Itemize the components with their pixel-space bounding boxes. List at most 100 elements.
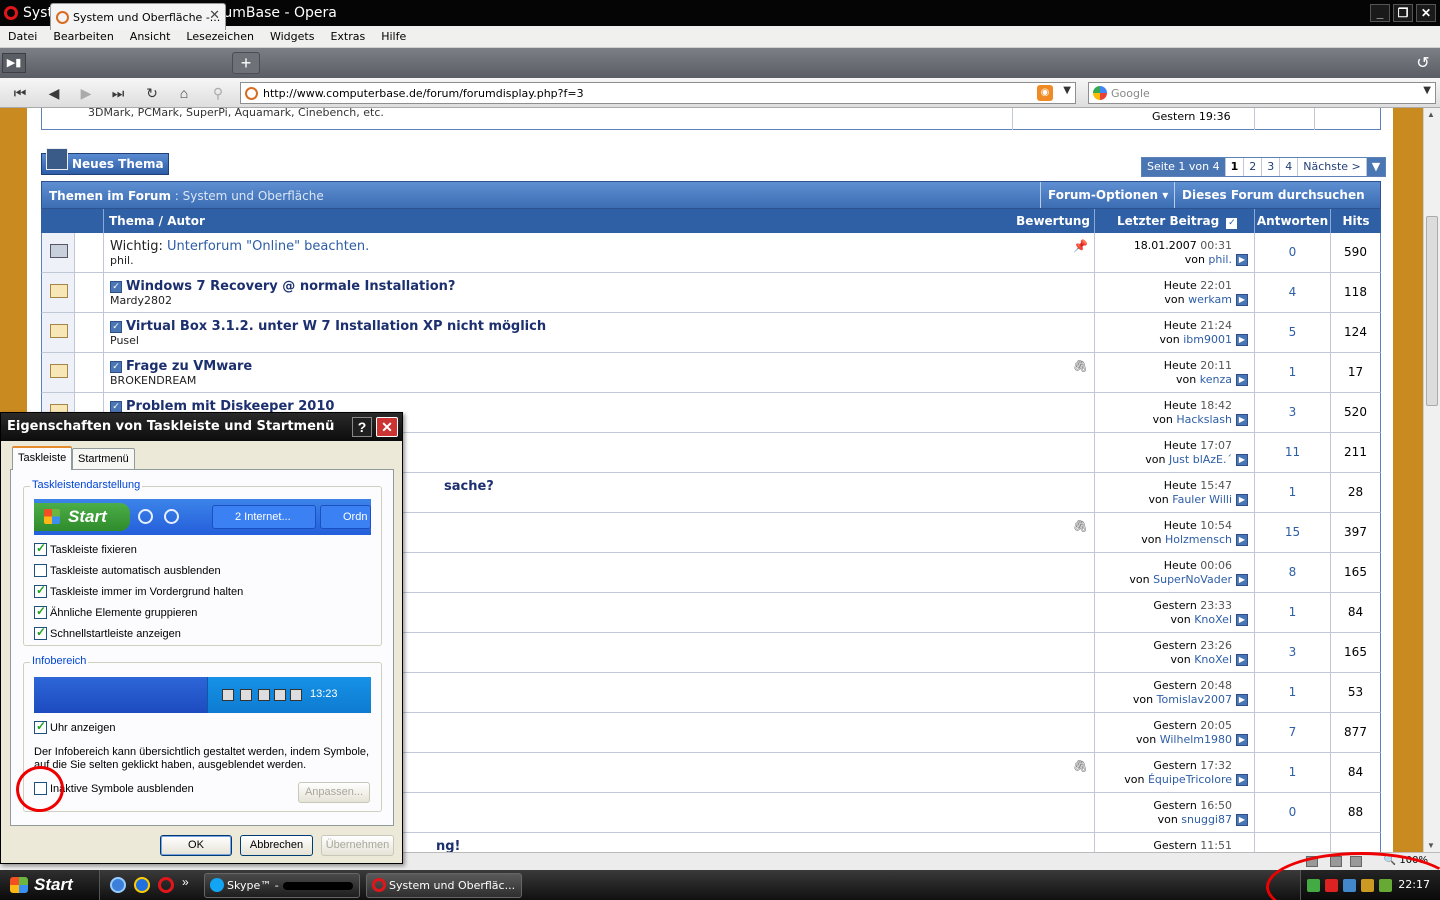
goto-last-post-icon[interactable]: ▶ <box>1236 254 1248 266</box>
start-button[interactable]: Start <box>0 870 100 900</box>
last-post-user[interactable]: snuggi87 <box>1181 813 1232 826</box>
last-post-user[interactable]: ibm9001 <box>1183 333 1232 346</box>
goto-last-post-icon[interactable]: ▶ <box>1236 494 1248 506</box>
pager-page-3[interactable]: 3 <box>1262 158 1281 176</box>
apply-button[interactable]: Übernehmen <box>321 835 394 856</box>
search-dropdown-icon[interactable]: ▼ <box>1423 85 1431 96</box>
goto-last-post-icon[interactable]: ▶ <box>1236 294 1248 306</box>
goto-last-post-icon[interactable]: ▶ <box>1236 654 1248 666</box>
replies-count[interactable]: 3 <box>1255 393 1331 432</box>
menu-extras[interactable]: Extras <box>322 30 373 43</box>
quicklaunch-show-desktop-icon[interactable] <box>110 877 126 893</box>
forum-search-menu[interactable]: Dieses Forum durchsuchen ▾ <box>1174 182 1380 228</box>
replies-count[interactable]: 11 <box>1255 433 1331 472</box>
last-post-user[interactable]: Just blAzE.´ <box>1169 453 1232 466</box>
menu-lesezeichen[interactable]: Lesezeichen <box>178 30 262 43</box>
closed-tabs-icon[interactable]: ↺ <box>1410 53 1436 75</box>
col-replies[interactable]: Antworten <box>1254 209 1330 233</box>
last-post-user[interactable]: SuperNoVader <box>1153 573 1232 586</box>
sort-icon[interactable]: ✓ <box>1226 218 1238 229</box>
pager-next[interactable]: Nächste > <box>1298 158 1367 176</box>
check-keep-on-top[interactable]: Taskleiste immer im Vordergrund halten <box>34 583 243 598</box>
replies-count[interactable]: 1 <box>1255 673 1331 712</box>
menu-ansicht[interactable]: Ansicht <box>122 30 179 43</box>
goto-last-post-icon[interactable]: ▶ <box>1236 574 1248 586</box>
last-post-user[interactable]: kenza <box>1200 373 1232 386</box>
replies-count[interactable]: 1 <box>1255 353 1331 392</box>
goto-last-post-icon[interactable]: ▶ <box>1236 334 1248 346</box>
last-post-user[interactable]: KnoXel <box>1194 653 1232 666</box>
pager-dropdown-icon[interactable]: ▼ <box>1366 158 1386 176</box>
quicklaunch-more-icon[interactable]: » <box>182 875 189 889</box>
search-field[interactable]: Google ▼ <box>1088 82 1436 104</box>
replies-count[interactable]: 1 <box>1255 593 1331 632</box>
home-icon[interactable]: ⌂ <box>172 82 196 104</box>
close-window-button[interactable]: ✕ <box>1416 4 1436 22</box>
last-post-user[interactable]: Holzmensch <box>1165 533 1232 546</box>
check-show-clock[interactable]: Uhr anzeigen <box>34 719 115 734</box>
scroll-up-icon[interactable]: ▲ <box>1427 110 1435 119</box>
goto-last-post-icon[interactable]: ▶ <box>1236 414 1248 426</box>
quicklaunch-ie-icon[interactable] <box>134 877 150 893</box>
last-post-user[interactable]: phil. <box>1208 253 1232 266</box>
replies-count[interactable]: 1 <box>1255 753 1331 792</box>
replies-count[interactable]: 0 <box>1255 233 1331 272</box>
thread-author[interactable]: Mardy2802 <box>110 294 172 307</box>
check-quicklaunch[interactable]: Schnellstartleiste anzeigen <box>34 625 181 640</box>
replies-count[interactable]: 3 <box>1255 633 1331 672</box>
tab-forum[interactable]: System und Oberfläche -... ✕ <box>50 3 226 30</box>
replies-count[interactable]: 15 <box>1255 513 1331 552</box>
scroll-thumb[interactable] <box>1426 216 1438 406</box>
last-post-user[interactable]: werkam <box>1188 293 1232 306</box>
rss-feed-icon[interactable]: ◉ <box>1037 85 1053 101</box>
thread-title-link[interactable]: sache? <box>444 479 494 494</box>
dialog-close-button[interactable]: ✕ <box>376 417 398 437</box>
goto-last-post-icon[interactable]: ▶ <box>1236 374 1248 386</box>
thread-title-link[interactable]: Virtual Box 3.1.2. unter W 7 Installatio… <box>126 319 546 334</box>
scroll-down-icon[interactable]: ▼ <box>1427 841 1435 850</box>
minimize-button[interactable]: _ <box>1370 4 1390 22</box>
thread-author[interactable]: phil. <box>110 254 134 267</box>
rewind-icon[interactable]: ⏮ <box>8 82 32 104</box>
thread-title-link[interactable]: Frage zu VMware <box>126 359 252 374</box>
thread-author[interactable]: BROKENDREAM <box>110 374 196 387</box>
tab-taskleiste[interactable]: Taskleiste <box>12 446 73 470</box>
goto-last-post-icon[interactable]: ▶ <box>1236 454 1248 466</box>
quicklaunch-opera-icon[interactable] <box>158 877 174 893</box>
thread-title-link[interactable]: Windows 7 Recovery @ normale Installatio… <box>126 279 455 294</box>
new-thread-button[interactable]: Neues Thema <box>41 148 169 175</box>
goto-last-post-icon[interactable]: ▶ <box>1236 734 1248 746</box>
tab-close-icon[interactable]: ✕ <box>209 8 220 23</box>
goto-last-post-icon[interactable]: ▶ <box>1236 534 1248 546</box>
pager-page-1[interactable]: 1 <box>1225 158 1245 176</box>
last-post-user[interactable]: KnoXel <box>1194 613 1232 626</box>
cancel-button[interactable]: Abbrechen <box>240 835 313 856</box>
replies-count[interactable]: 7 <box>1255 713 1331 752</box>
replies-count[interactable]: 0 <box>1255 793 1331 832</box>
reload-icon[interactable]: ↻ <box>140 82 164 104</box>
menu-datei[interactable]: Datei <box>0 30 45 43</box>
goto-last-post-icon[interactable]: ▶ <box>1236 614 1248 626</box>
page-scrollbar[interactable]: ▲ ▼ <box>1423 108 1440 852</box>
forum-options-menu[interactable]: Forum-Optionen ▾ <box>1040 182 1175 208</box>
replies-count[interactable]: 1 <box>1255 473 1331 512</box>
last-post-user[interactable]: Fauler Willi <box>1172 493 1232 506</box>
pager-page-4[interactable]: 4 <box>1280 158 1299 176</box>
restore-button[interactable]: ❐ <box>1393 4 1413 22</box>
thread-title-link[interactable]: Unterforum "Online" beachten. <box>167 239 369 254</box>
panel-toggle-icon[interactable]: ▶▮ <box>2 53 26 73</box>
customize-button[interactable]: Anpassen... <box>298 782 370 803</box>
address-field[interactable]: http://www.computerbase.de/forum/forumdi… <box>240 82 1076 104</box>
goto-last-post-icon[interactable]: ▶ <box>1236 814 1248 826</box>
col-rating[interactable]: Bewertung <box>1016 209 1090 233</box>
menu-hilfe[interactable]: Hilfe <box>373 30 414 43</box>
fast-forward-icon[interactable]: ⏭ <box>106 82 130 104</box>
col-hits[interactable]: Hits <box>1330 209 1381 233</box>
replies-count[interactable]: 4 <box>1255 273 1331 312</box>
ok-button[interactable]: OK <box>160 835 232 856</box>
tab-startmenue[interactable]: Startmenü <box>72 448 135 469</box>
col-last-post[interactable]: Letzter Beitrag <box>1117 214 1219 228</box>
menu-widgets[interactable]: Widgets <box>262 30 322 43</box>
goto-last-post-icon[interactable]: ▶ <box>1236 694 1248 706</box>
check-autohide-taskbar[interactable]: Taskleiste automatisch ausblenden <box>34 564 221 577</box>
